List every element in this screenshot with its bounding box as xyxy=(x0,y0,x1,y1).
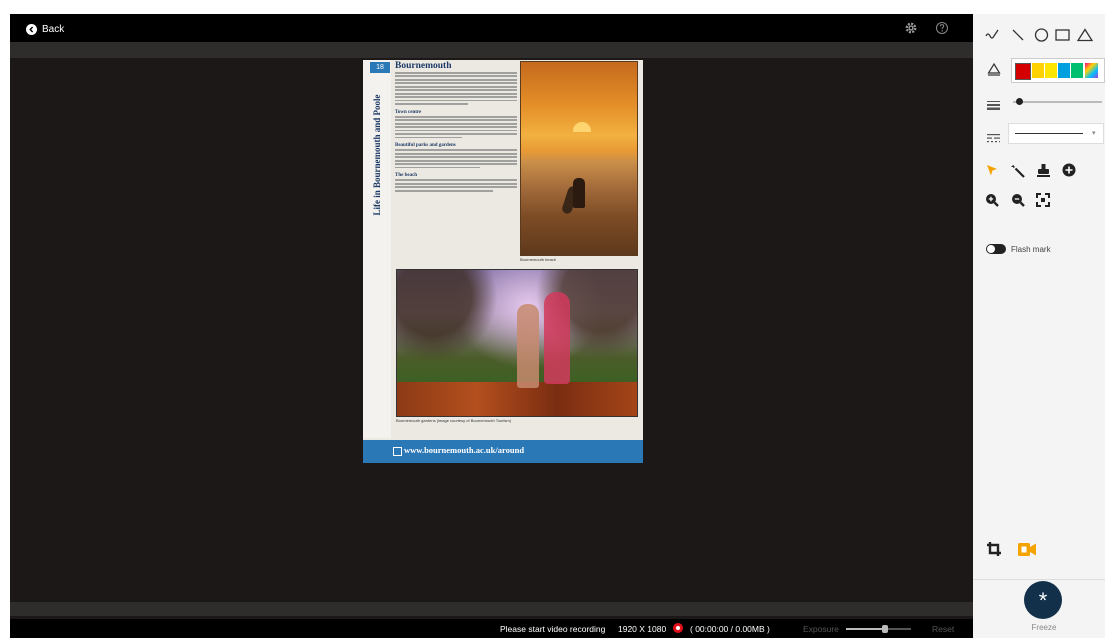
custom-color-swatch[interactable] xyxy=(1085,63,1098,78)
text-color-icon xyxy=(987,63,1001,76)
recording-timer: ( 00:00:00 / 0.00MB ) xyxy=(690,624,770,634)
flash-mark-toggle[interactable] xyxy=(986,244,1006,254)
line-width-knob[interactable] xyxy=(1016,98,1024,105)
freeze-divider xyxy=(973,579,1105,580)
asterisk-icon: * xyxy=(1038,588,1048,613)
pointer-icon[interactable] xyxy=(986,164,998,177)
line-width-slider[interactable] xyxy=(1013,101,1102,103)
color-picker xyxy=(1011,58,1105,83)
subheading-parks: Beautiful parks and gardens xyxy=(395,143,456,149)
exposure-slider[interactable] xyxy=(846,625,911,633)
color-swatch-blue[interactable] xyxy=(1058,63,1070,78)
link-box-icon xyxy=(393,447,402,456)
color-swatch-orange[interactable] xyxy=(1032,63,1044,78)
sun-shape xyxy=(573,122,591,132)
camera-viewer: Back 18 Life in Bournemouth and Poole Bo… xyxy=(10,14,973,638)
beach-sunset-photo xyxy=(520,61,638,256)
captured-document: 18 Life in Bournemouth and Poole Bournem… xyxy=(363,60,643,463)
freeze-label: Freeze xyxy=(1031,623,1057,632)
line-style-icon xyxy=(987,130,1000,148)
page-number: 18 xyxy=(370,62,390,73)
line-style-select[interactable]: ▾ xyxy=(1008,123,1104,144)
document-footer: www.bournemouth.ac.uk/around xyxy=(363,440,643,463)
person-walking xyxy=(517,304,539,388)
recording-status-text: Please start video recording xyxy=(500,624,606,634)
image-top-band xyxy=(10,42,973,58)
park-caption: Bournemouth gardens (image courtesy of B… xyxy=(396,418,512,423)
sunset-caption: Bournemouth beach xyxy=(520,257,557,262)
reset-button[interactable]: Reset xyxy=(932,624,954,634)
paragraph-town-centre xyxy=(395,115,517,139)
document-text-column: Bournemouth Town centre Beautiful parks … xyxy=(395,60,517,193)
status-bar: Please start video recording 1920 X 1080… xyxy=(10,619,973,638)
zoom-out-icon[interactable] xyxy=(1011,193,1025,207)
color-swatch-green[interactable] xyxy=(1071,63,1083,78)
document-spine: 18 Life in Bournemouth and Poole xyxy=(363,60,391,438)
back-label: Back xyxy=(42,23,65,35)
record-button[interactable] xyxy=(673,623,683,633)
paragraph-beach xyxy=(395,179,517,192)
person-running xyxy=(544,292,570,384)
freeze-button[interactable]: * xyxy=(1024,581,1062,619)
top-bar: Back xyxy=(10,14,973,42)
exposure-knob[interactable] xyxy=(882,625,888,633)
crop-icon[interactable] xyxy=(986,541,1002,557)
help-icon[interactable] xyxy=(935,21,949,35)
stamp-icon[interactable] xyxy=(1036,163,1051,178)
exposure-label: Exposure xyxy=(803,624,839,634)
subheading-town-centre: Town centre xyxy=(395,109,422,115)
paragraph-intro xyxy=(395,72,517,105)
zoom-in-icon[interactable] xyxy=(985,193,999,207)
resolution-text: 1920 X 1080 xyxy=(618,624,667,634)
paragraph-parks xyxy=(395,149,517,169)
color-swatch-red[interactable] xyxy=(1015,63,1031,80)
line-width-icon xyxy=(987,97,1000,115)
document-heading: Bournemouth xyxy=(395,61,452,71)
add-icon[interactable] xyxy=(1062,163,1076,177)
subheading-beach: The beach xyxy=(395,173,418,179)
back-button[interactable]: Back xyxy=(26,21,64,37)
tool-panel: ▾ Flash mark * Freeze xyxy=(973,14,1105,638)
circle-icon[interactable] xyxy=(1034,28,1049,42)
chevron-down-icon: ▾ xyxy=(1092,130,1096,137)
video-record-icon[interactable] xyxy=(1018,543,1036,556)
park-photo xyxy=(396,269,638,417)
freehand-icon[interactable] xyxy=(985,28,1001,42)
rectangle-icon[interactable] xyxy=(1055,28,1070,42)
color-swatch-yellow[interactable] xyxy=(1045,63,1057,78)
settings-gear-icon[interactable] xyxy=(904,21,918,35)
footer-url: www.bournemouth.ac.uk/around xyxy=(404,445,525,455)
triangle-icon[interactable] xyxy=(1077,28,1093,42)
spine-title: Life in Bournemouth and Poole xyxy=(372,94,382,216)
line-icon[interactable] xyxy=(1011,28,1025,42)
magic-wand-icon[interactable] xyxy=(1011,164,1025,178)
fit-screen-icon[interactable] xyxy=(1036,193,1050,207)
back-arrow-icon xyxy=(26,23,37,35)
exposure-fill xyxy=(846,628,885,630)
surfer-silhouette xyxy=(573,178,585,208)
flash-mark-label: Flash mark xyxy=(1011,245,1051,254)
image-bottom-band xyxy=(10,602,973,616)
line-style-preview xyxy=(1015,133,1083,134)
